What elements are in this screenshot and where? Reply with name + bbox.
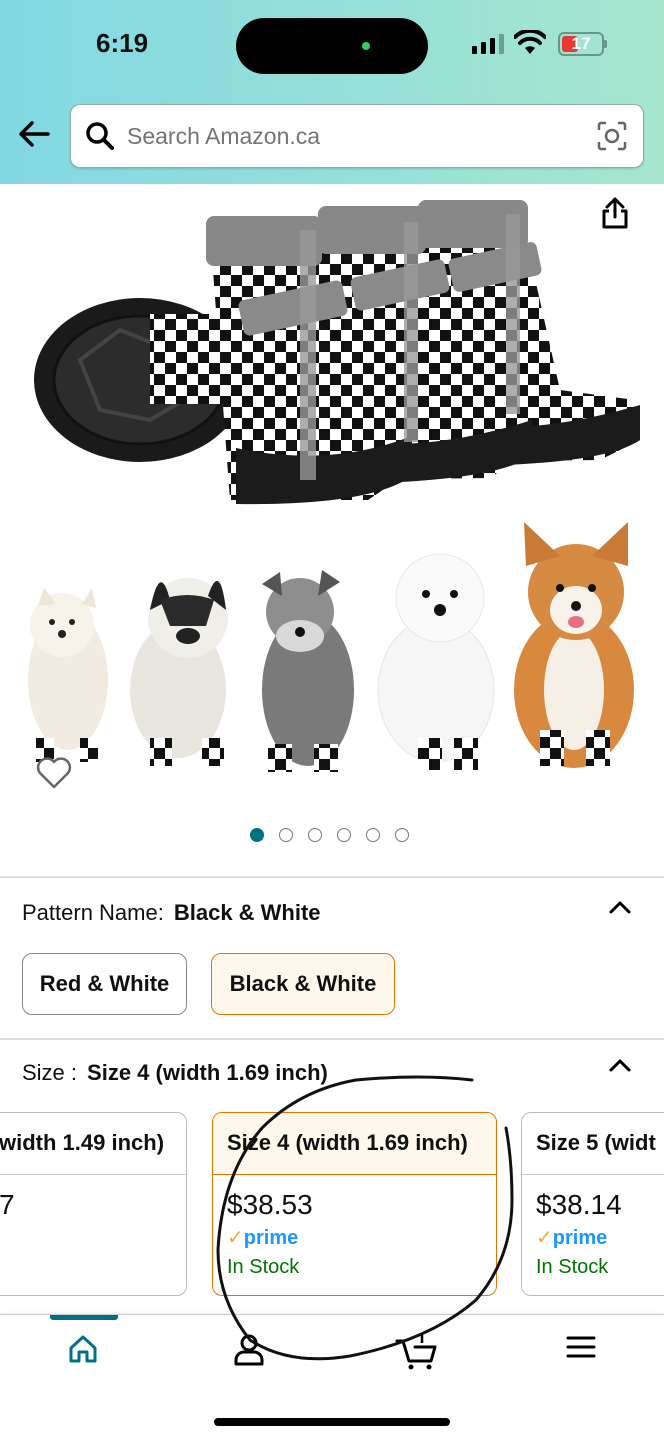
account-icon xyxy=(234,1334,264,1366)
carousel-dot[interactable] xyxy=(395,828,409,842)
dynamic-island xyxy=(236,18,428,74)
size-option-title: Size 4 (width 1.69 inch) xyxy=(213,1113,496,1175)
dog-boots-image xyxy=(28,200,640,772)
dog-5 xyxy=(514,522,634,768)
chevron-up-icon[interactable] xyxy=(608,1056,632,1074)
active-tab-indicator xyxy=(50,1315,118,1320)
dog-2 xyxy=(130,578,228,766)
status-time: 6:19 xyxy=(96,28,149,58)
nav-account[interactable] xyxy=(214,1333,284,1383)
size-option-title: Size 5 (widt xyxy=(522,1113,664,1175)
carousel-dot[interactable] xyxy=(279,828,293,842)
prime-check-icon: ✓ xyxy=(227,1227,244,1249)
size-option-price: 7 xyxy=(0,1189,15,1220)
pattern-label: Pattern Name: Black & White xyxy=(22,900,321,925)
battery-level: 17 xyxy=(571,34,591,53)
search-icon xyxy=(86,122,114,150)
carousel-dot[interactable] xyxy=(250,828,264,842)
share-icon[interactable] xyxy=(600,196,630,230)
search-bar[interactable] xyxy=(70,104,644,168)
pattern-option-red-white[interactable]: Red & White xyxy=(22,953,187,1015)
carousel-dot[interactable] xyxy=(366,828,380,842)
size-option-price: $38.14 xyxy=(536,1189,622,1220)
nav-cart[interactable] xyxy=(382,1333,452,1383)
wifi-icon xyxy=(514,30,546,54)
search-input[interactable] xyxy=(127,105,577,167)
size-label: Size : Size 4 (width 1.69 inch) xyxy=(22,1060,328,1085)
back-arrow-icon xyxy=(19,121,50,147)
size-option-card[interactable]: Size 5 (widt $38.14 ✓prime In Stock xyxy=(521,1112,664,1296)
image-carousel-dots[interactable] xyxy=(250,828,409,842)
prime-badge: ✓prime xyxy=(227,1227,299,1249)
pattern-selected-value: Black & White xyxy=(173,900,321,925)
home-indicator xyxy=(214,1418,450,1426)
size-selected-value: Size 4 (width 1.69 inch) xyxy=(87,1060,328,1085)
cart-icon xyxy=(395,1335,437,1370)
menu-icon xyxy=(566,1336,596,1358)
carousel-dot[interactable] xyxy=(337,828,351,842)
app-header: 6:19 17 xyxy=(0,0,664,184)
signal-icon xyxy=(472,34,504,54)
back-button[interactable] xyxy=(16,116,56,160)
dog-1 xyxy=(28,588,108,762)
home-icon xyxy=(69,1335,97,1363)
divider xyxy=(0,876,664,878)
chevron-up-icon[interactable] xyxy=(608,898,632,916)
nav-menu[interactable] xyxy=(546,1333,616,1383)
stock-status: In Stock xyxy=(536,1256,609,1278)
battery-icon: 17 xyxy=(558,32,604,56)
divider xyxy=(0,1038,664,1040)
dog-4 xyxy=(377,553,495,770)
prime-check-icon: ✓ xyxy=(536,1227,553,1249)
prime-badge: ✓prime xyxy=(536,1227,608,1249)
nav-home[interactable] xyxy=(48,1333,118,1383)
carousel-dot[interactable] xyxy=(308,828,322,842)
size-option-title: width 1.49 inch) xyxy=(0,1113,186,1175)
pattern-option-black-white[interactable]: Black & White xyxy=(211,953,395,1015)
product-image[interactable] xyxy=(0,184,664,874)
size-option-card[interactable]: width 1.49 inch) 7 xyxy=(0,1112,187,1296)
camera-icon[interactable] xyxy=(597,121,627,151)
size-option-price: $38.53 xyxy=(227,1189,313,1220)
stock-status: In Stock xyxy=(227,1256,300,1278)
heart-icon[interactable] xyxy=(36,756,72,790)
dog-3 xyxy=(262,570,354,772)
size-option-card-selected[interactable]: Size 4 (width 1.69 inch) $38.53 ✓prime I… xyxy=(212,1112,497,1296)
